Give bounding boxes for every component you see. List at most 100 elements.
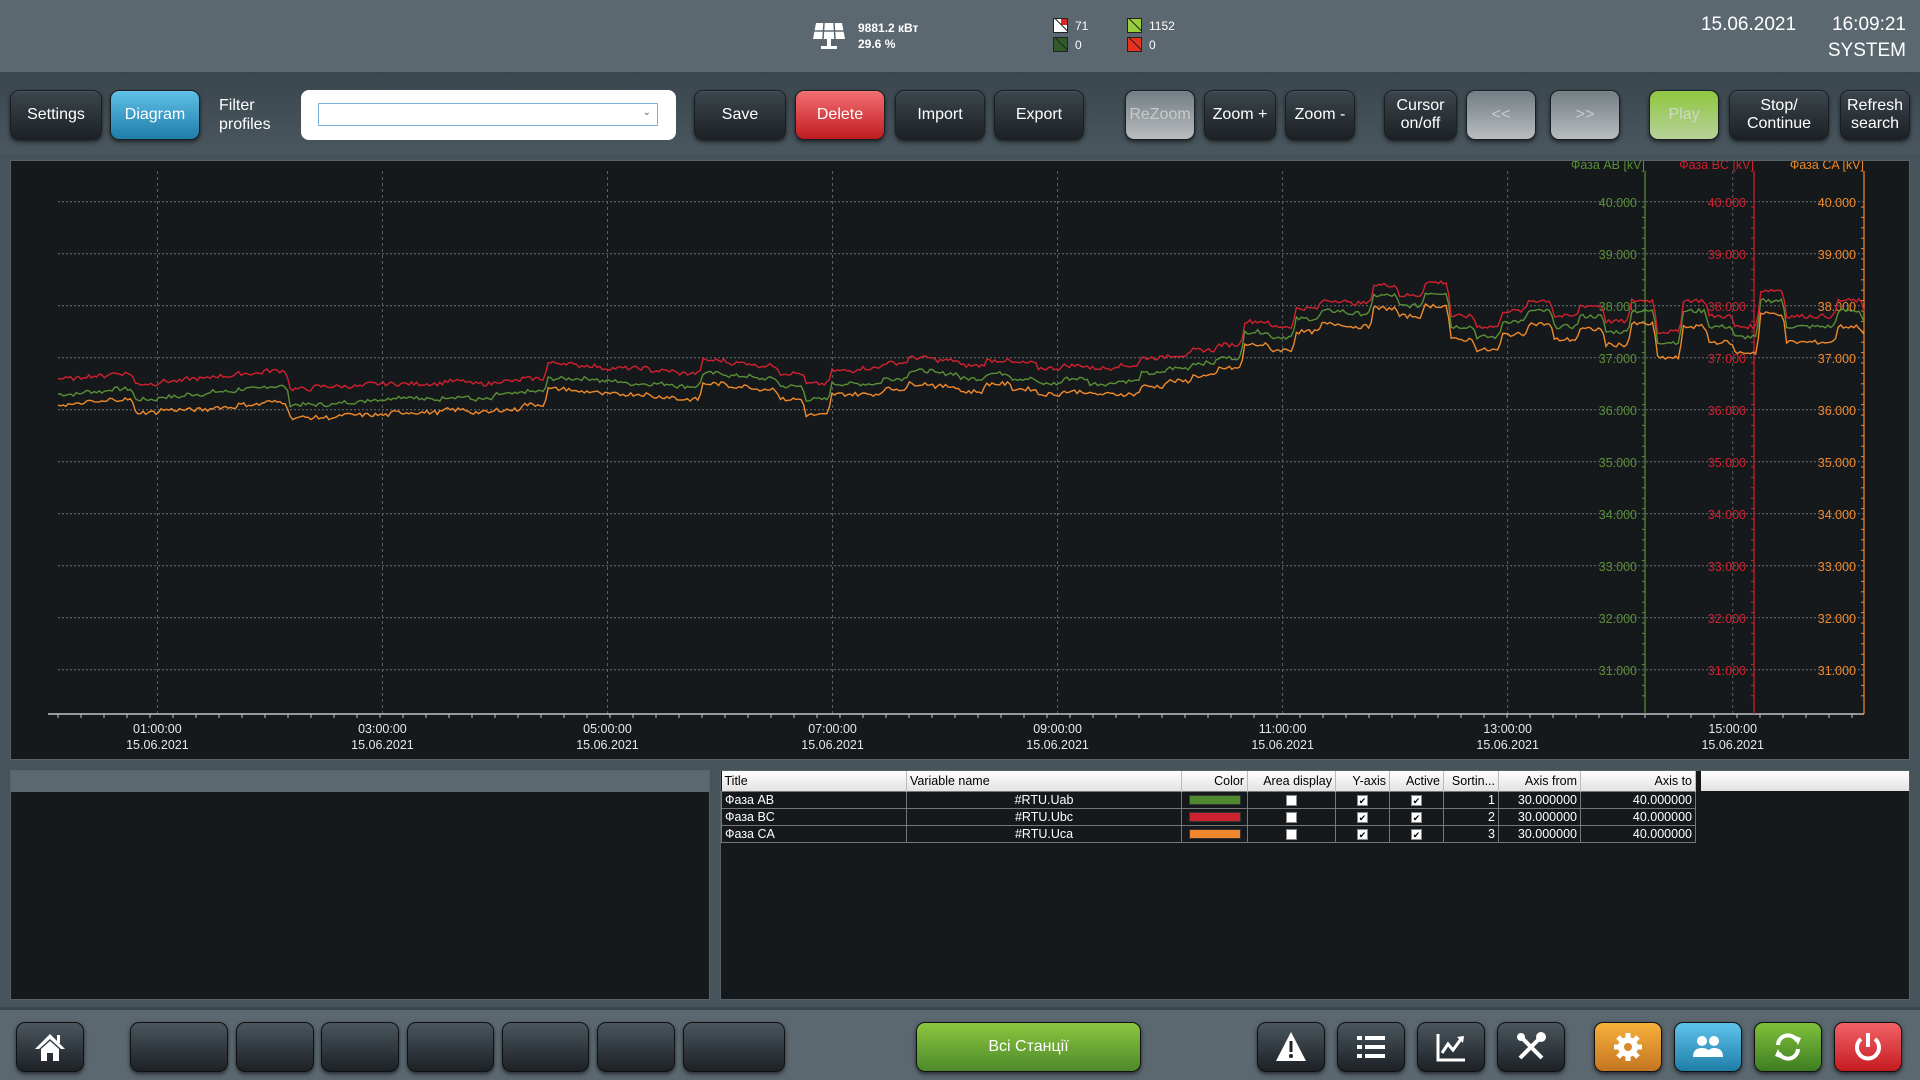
x-tick-label-date: 15.06.2021 bbox=[1026, 738, 1089, 752]
cell-yaxis[interactable]: ✔ bbox=[1335, 807, 1390, 826]
col-active[interactable]: Active bbox=[1389, 771, 1444, 791]
footer-bar: Всі Станції bbox=[0, 1007, 1920, 1080]
refresh-label-1: Refresh bbox=[1846, 97, 1904, 114]
datetime-user: 15.06.2021 16:09:21 SYSTEM bbox=[1665, 12, 1906, 64]
col-variable[interactable]: Variable name bbox=[906, 771, 1182, 791]
y-tick-label: 36.000 bbox=[1599, 404, 1637, 418]
area-checkbox[interactable] bbox=[1286, 828, 1297, 840]
chevron-down-icon[interactable]: ⌄ bbox=[643, 107, 651, 118]
solar-percent: 29.6 % bbox=[858, 37, 896, 51]
import-button[interactable]: Import bbox=[895, 90, 985, 140]
color-swatch[interactable] bbox=[1188, 829, 1241, 840]
stop-continue-button[interactable]: Stop/ Continue bbox=[1729, 90, 1829, 140]
cell-yaxis[interactable]: ✔ bbox=[1335, 824, 1390, 843]
system-settings-button[interactable] bbox=[1594, 1022, 1662, 1072]
status-ok-icon[interactable] bbox=[1127, 18, 1142, 33]
settings-button[interactable]: Settings bbox=[10, 90, 102, 140]
y-tick-label: 40.000 bbox=[1818, 196, 1856, 210]
details-panel bbox=[10, 770, 710, 1000]
y-tick-label: 35.000 bbox=[1708, 456, 1746, 470]
cell-active[interactable]: ✔ bbox=[1389, 824, 1444, 843]
cell-area[interactable] bbox=[1247, 790, 1336, 809]
color-swatch[interactable] bbox=[1188, 812, 1241, 823]
y-tick-label: 39.000 bbox=[1599, 248, 1637, 262]
tools-button[interactable] bbox=[1497, 1022, 1565, 1072]
cell-title: Фаза BC bbox=[721, 807, 907, 826]
cell-yaxis[interactable]: ✔ bbox=[1335, 790, 1390, 809]
active-checkbox[interactable]: ✔ bbox=[1411, 811, 1422, 823]
settings-gear-icon bbox=[1614, 1033, 1642, 1061]
tools-icon bbox=[1517, 1032, 1546, 1060]
home-button[interactable] bbox=[16, 1022, 84, 1072]
filter-profiles-dropdown[interactable]: ⌄ bbox=[318, 103, 658, 126]
cell-color bbox=[1181, 790, 1248, 809]
yaxis-checkbox[interactable]: ✔ bbox=[1357, 811, 1368, 823]
col-sorting[interactable]: Sortin... bbox=[1443, 771, 1499, 791]
col-title[interactable]: Title bbox=[721, 771, 907, 791]
alarm-active-icon[interactable] bbox=[1127, 37, 1142, 52]
area-checkbox[interactable] bbox=[1286, 811, 1297, 823]
y-tick-label: 33.000 bbox=[1708, 560, 1746, 574]
zoom-in-button[interactable]: Zoom + bbox=[1204, 90, 1276, 140]
empty-nav-button-1[interactable] bbox=[130, 1022, 228, 1072]
status-dark-icon[interactable] bbox=[1053, 37, 1068, 52]
cursor-toggle-button[interactable]: Cursor on/off bbox=[1384, 90, 1457, 140]
save-button[interactable]: Save bbox=[694, 90, 786, 140]
area-checkbox[interactable] bbox=[1286, 794, 1297, 806]
table-header-fill bbox=[1701, 771, 1909, 791]
refresh-search-button[interactable]: Refresh search bbox=[1840, 90, 1910, 140]
power-icon bbox=[1855, 1033, 1881, 1061]
all-stations-button[interactable]: Всі Станції bbox=[916, 1022, 1141, 1072]
toolbar: Settings Diagram Filter profiles ⌄ Save … bbox=[0, 72, 1920, 154]
x-tick-label-date: 15.06.2021 bbox=[351, 738, 414, 752]
y-tick-label: 32.000 bbox=[1599, 612, 1637, 626]
col-area[interactable]: Area display bbox=[1247, 771, 1336, 791]
table-row[interactable]: Фаза CA #RTU.Uca ✔ ✔ 3 30.000000 40.000000 bbox=[721, 824, 1696, 843]
empty-nav-button-4[interactable] bbox=[407, 1022, 494, 1072]
diagram-button[interactable]: Diagram bbox=[110, 90, 200, 140]
next-button[interactable]: >> bbox=[1550, 90, 1620, 140]
zoom-out-button[interactable]: Zoom - bbox=[1285, 90, 1355, 140]
empty-nav-button-5[interactable] bbox=[502, 1022, 589, 1072]
trend-chart-panel[interactable]: 01:00:00 15.06.2021 03:00:00 15.06.2021 05:0… bbox=[10, 160, 1910, 760]
previous-button[interactable]: << bbox=[1466, 90, 1536, 140]
col-axis-from[interactable]: Axis from bbox=[1498, 771, 1581, 791]
yaxis-checkbox[interactable]: ✔ bbox=[1357, 794, 1368, 806]
empty-nav-button-3[interactable] bbox=[321, 1022, 399, 1072]
cell-area[interactable] bbox=[1247, 824, 1336, 843]
active-checkbox[interactable]: ✔ bbox=[1411, 794, 1422, 806]
empty-nav-button-7[interactable] bbox=[683, 1022, 785, 1072]
cell-title: Фаза AB bbox=[721, 790, 907, 809]
col-axis-to[interactable]: Axis to bbox=[1580, 771, 1696, 791]
solar-summary: 9881.2 кВт 29.6 % bbox=[812, 20, 918, 52]
play-button[interactable]: Play bbox=[1649, 90, 1719, 140]
empty-nav-button-6[interactable] bbox=[597, 1022, 675, 1072]
trends-button[interactable] bbox=[1417, 1022, 1485, 1072]
active-checkbox[interactable]: ✔ bbox=[1411, 828, 1422, 840]
solar-power: 9881.2 кВт bbox=[858, 21, 919, 35]
filter-profiles-label: Filter profiles bbox=[219, 96, 271, 134]
alarms-button[interactable] bbox=[1257, 1022, 1325, 1072]
export-button[interactable]: Export bbox=[994, 90, 1084, 140]
table-row[interactable]: Фаза AB #RTU.Uab ✔ ✔ 1 30.000000 40.000000 bbox=[721, 790, 1696, 809]
delete-button[interactable]: Delete bbox=[795, 90, 885, 140]
list-button[interactable] bbox=[1337, 1022, 1405, 1072]
sync-button[interactable] bbox=[1754, 1022, 1822, 1072]
y-tick-label: 35.000 bbox=[1818, 456, 1856, 470]
alarm-unacknowledged-icon[interactable] bbox=[1053, 18, 1068, 33]
y-tick-label: 32.000 bbox=[1708, 612, 1746, 626]
trend-chart[interactable]: 01:00:00 15.06.2021 03:00:00 15.06.2021 05:0… bbox=[11, 161, 1911, 761]
cell-active[interactable]: ✔ bbox=[1389, 807, 1444, 826]
y-tick-label: 34.000 bbox=[1818, 508, 1856, 522]
color-swatch[interactable] bbox=[1188, 795, 1241, 806]
rezoom-button[interactable]: ReZoom bbox=[1125, 90, 1195, 140]
col-yaxis[interactable]: Y-axis bbox=[1335, 771, 1390, 791]
table-row[interactable]: Фаза BC #RTU.Ubc ✔ ✔ 2 30.000000 40.000000 bbox=[721, 807, 1696, 826]
yaxis-checkbox[interactable]: ✔ bbox=[1357, 828, 1368, 840]
users-button[interactable] bbox=[1674, 1022, 1742, 1072]
power-button[interactable] bbox=[1834, 1022, 1902, 1072]
cell-area[interactable] bbox=[1247, 807, 1336, 826]
empty-nav-button-2[interactable] bbox=[236, 1022, 314, 1072]
col-color[interactable]: Color bbox=[1181, 771, 1248, 791]
cell-active[interactable]: ✔ bbox=[1389, 790, 1444, 809]
